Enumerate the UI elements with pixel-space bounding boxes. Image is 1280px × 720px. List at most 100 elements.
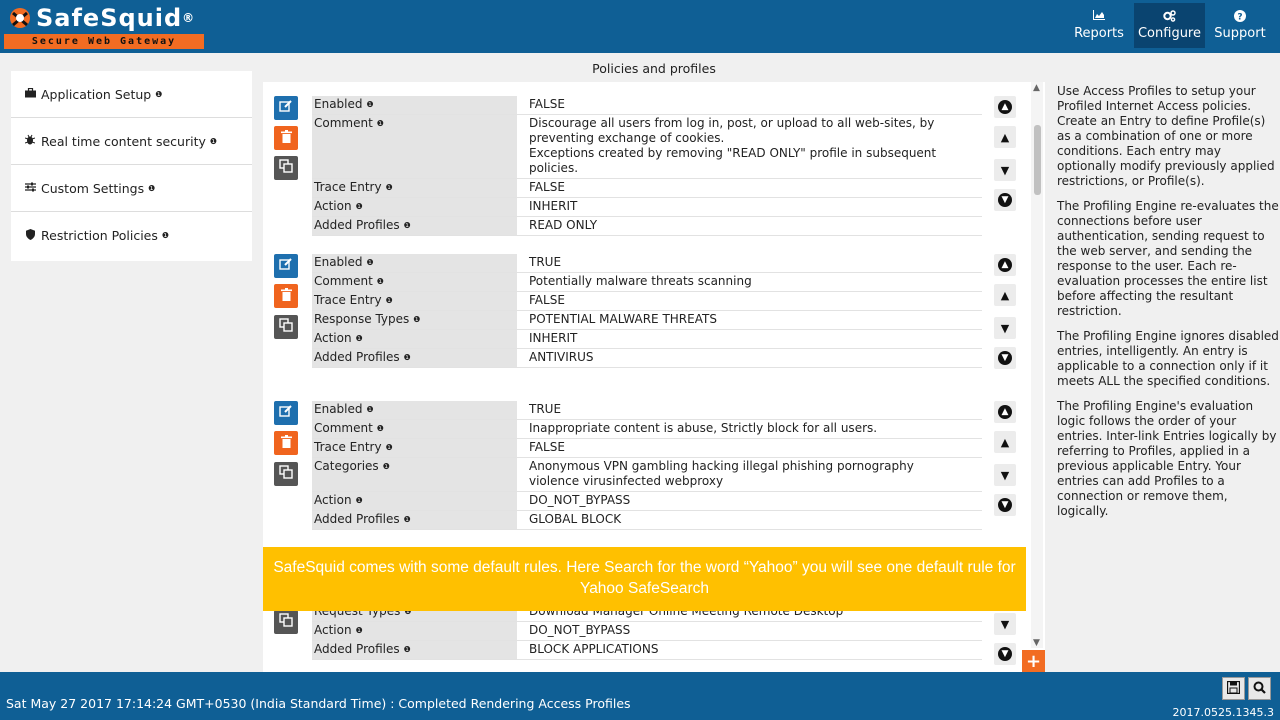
info-icon[interactable]: ❶	[377, 277, 384, 286]
info-icon[interactable]: ❶	[377, 119, 384, 128]
entry-fields: Enabled ❶ TRUE Comment ❶ Potentially malware…	[312, 254, 982, 368]
vertical-scrollbar[interactable]: ▲ ▼	[1031, 82, 1043, 648]
move-top-button[interactable]: ▲	[994, 96, 1016, 118]
info-icon[interactable]: ❶	[356, 626, 363, 635]
tutorial-callout: SafeSquid comes with some default rules.…	[263, 547, 1026, 611]
move-up-button[interactable]: ▲	[994, 431, 1016, 453]
field-value: INHERIT	[517, 198, 982, 216]
info-icon[interactable]: ❶	[404, 645, 411, 654]
briefcase-icon	[24, 87, 36, 101]
sidebar-item-real-time-content-security[interactable]: Real time content security ❶	[11, 118, 252, 165]
info-icon[interactable]: ❶	[367, 100, 374, 109]
caret-down-icon: ▼	[1000, 468, 1010, 482]
sidebar-item-application-setup[interactable]: Application Setup ❶	[11, 71, 252, 118]
info-icon[interactable]: ❶	[404, 221, 411, 230]
floppy-disk-icon	[1226, 680, 1241, 697]
field-row: Added Profiles ❶ READ ONLY	[312, 217, 982, 236]
field-value: Discourage all users from log in, post, …	[517, 115, 982, 178]
scroll-up-icon[interactable]: ▲	[1033, 83, 1040, 93]
trash-icon	[280, 434, 292, 452]
info-icon[interactable]: ❶	[413, 315, 420, 324]
move-up-button[interactable]: ▲	[994, 284, 1016, 306]
copy-button[interactable]	[274, 462, 298, 486]
move-down-button[interactable]: ▼	[994, 317, 1016, 339]
field-value: TRUE	[517, 254, 982, 272]
field-value: BLOCK APPLICATIONS	[517, 641, 982, 659]
field-row: Added Profiles ❶ BLOCK APPLICATIONS	[312, 641, 982, 660]
info-icon[interactable]: ❶	[210, 137, 217, 146]
brand-name: SafeSquid	[36, 4, 183, 32]
move-down-button[interactable]: ▼	[994, 159, 1016, 181]
info-icon[interactable]: ❶	[404, 353, 411, 362]
field-label: Added Profiles	[314, 350, 400, 364]
copy-button[interactable]	[274, 610, 298, 634]
info-icon[interactable]: ❶	[367, 405, 374, 414]
field-row: Categories ❶ Anonymous VPN gambling hackin…	[312, 458, 982, 492]
info-icon[interactable]: ❶	[377, 424, 384, 433]
nav-support[interactable]: ? Support	[1208, 3, 1272, 48]
bug-icon	[24, 134, 36, 148]
delete-button[interactable]	[274, 284, 298, 308]
field-value: Inappropriate content is abuse, Strictly…	[517, 420, 982, 438]
info-icon[interactable]: ❶	[386, 443, 393, 452]
field-row: Enabled ❶ TRUE	[312, 401, 982, 420]
field-label: Added Profiles	[314, 642, 400, 656]
copy-icon	[279, 613, 293, 631]
move-bottom-button[interactable]: ▼	[994, 189, 1016, 211]
delete-button[interactable]	[274, 431, 298, 455]
save-button[interactable]	[1222, 677, 1245, 700]
info-icon[interactable]: ❶	[404, 515, 411, 524]
field-row: Action ❶ DO_NOT_BYPASS	[312, 622, 982, 641]
delete-button[interactable]	[274, 126, 298, 150]
edit-button[interactable]	[274, 254, 298, 278]
move-bottom-button[interactable]: ▼	[994, 347, 1016, 369]
search-button[interactable]	[1248, 677, 1271, 700]
search-icon	[1253, 681, 1266, 697]
move-top-button[interactable]: ▲	[994, 401, 1016, 423]
move-down-button[interactable]: ▼	[994, 464, 1016, 486]
nav-configure[interactable]: Configure	[1134, 3, 1205, 48]
caret-up-icon: ▲	[1000, 130, 1010, 144]
sidebar-item-restriction-policies[interactable]: Restriction Policies ❶	[11, 212, 252, 259]
safesquid-logo[interactable]: SafeSquid ® Secure Web Gateway	[4, 2, 204, 52]
help-paragraph: The Profiling Engine ignores disabled en…	[1057, 329, 1279, 388]
copy-icon	[279, 159, 293, 177]
info-icon[interactable]: ❶	[148, 184, 155, 193]
move-bottom-button[interactable]: ▼	[994, 494, 1016, 516]
nav-reports[interactable]: Reports	[1067, 3, 1131, 48]
field-label: Enabled	[314, 97, 363, 111]
move-down-button[interactable]: ▼	[994, 613, 1016, 635]
scroll-thumb[interactable]	[1034, 125, 1041, 195]
info-icon[interactable]: ❶	[356, 202, 363, 211]
add-entry-button[interactable]: +	[1022, 650, 1045, 672]
move-top-button[interactable]: ▲	[994, 254, 1016, 276]
field-row: Trace Entry ❶ FALSE	[312, 292, 982, 311]
info-icon[interactable]: ❶	[162, 231, 169, 240]
info-icon[interactable]: ❶	[155, 90, 162, 99]
field-value: TRUE	[517, 401, 982, 419]
copy-button[interactable]	[274, 156, 298, 180]
move-up-button[interactable]: ▲	[994, 126, 1016, 148]
scroll-down-icon[interactable]: ▼	[1033, 638, 1040, 648]
move-bottom-button[interactable]: ▼	[994, 643, 1016, 665]
info-icon[interactable]: ❶	[386, 183, 393, 192]
info-icon[interactable]: ❶	[383, 462, 390, 471]
circle-arrow-down-icon: ▼	[998, 498, 1012, 512]
copy-icon	[279, 465, 293, 483]
info-icon[interactable]: ❶	[356, 496, 363, 505]
info-icon[interactable]: ❶	[367, 258, 374, 267]
top-header: SafeSquid ® Secure Web Gateway Reports Co…	[0, 0, 1280, 53]
copy-button[interactable]	[274, 315, 298, 339]
entry-fields: Enabled ❶ TRUE Comment ❶ Inappropriate conte…	[312, 401, 982, 530]
circle-arrow-up-icon: ▲	[998, 258, 1012, 272]
field-value: Anonymous VPN gambling hacking illegal p…	[517, 458, 982, 491]
info-icon[interactable]: ❶	[356, 334, 363, 343]
shield-icon	[24, 228, 36, 243]
field-row: Enabled ❶ TRUE	[312, 254, 982, 273]
edit-button[interactable]	[274, 96, 298, 120]
caret-down-icon: ▼	[1000, 321, 1010, 335]
edit-button[interactable]	[274, 401, 298, 425]
sidebar-item-custom-settings[interactable]: Custom Settings ❶	[11, 165, 252, 212]
info-icon[interactable]: ❶	[386, 296, 393, 305]
field-value: DO_NOT_BYPASS	[517, 622, 982, 640]
